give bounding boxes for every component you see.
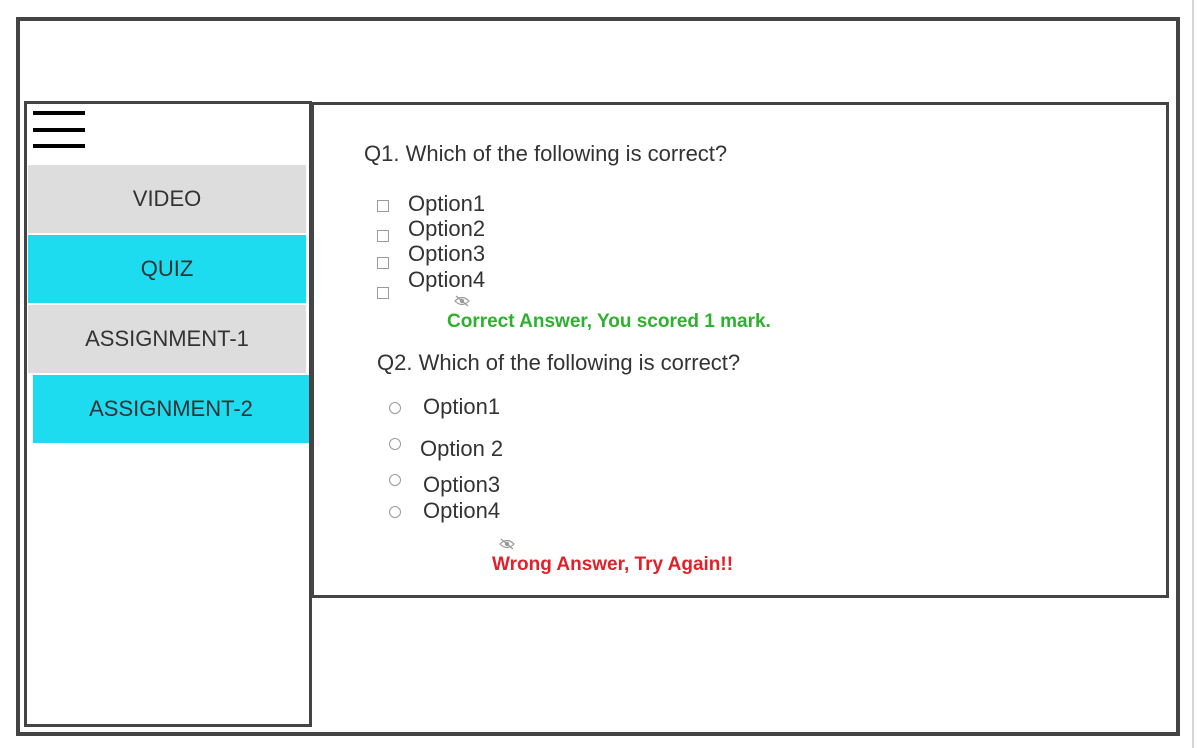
q1-feedback-correct: Correct Answer, You scored 1 mark. [447,311,771,332]
q2-option-1-radio[interactable] [389,402,401,414]
q1-option-4-label: Option4 [408,267,486,292]
q1-option-4-checkbox[interactable] [377,287,389,299]
q1-option-3-checkbox[interactable] [377,257,389,269]
sidebar-item-quiz[interactable]: QUIZ [28,235,306,303]
q1-option-2-checkbox[interactable] [377,230,389,242]
question-1-text: Q1. Which of the following is correct? [364,141,728,166]
q2-option-3-label: Option3 [423,472,501,497]
sidebar-item-assignment-1[interactable]: ASSIGNMENT-1 [28,305,306,373]
q2-option-4-radio[interactable] [389,506,401,518]
q1-option-2-label: Option2 [408,216,486,241]
q1-option-1-checkbox[interactable] [377,200,389,212]
sidebar-item-assignment-2[interactable]: ASSIGNMENT-2 [33,375,309,443]
q2-feedback-wrong: Wrong Answer, Try Again!! [492,554,734,575]
eye-hidden-icon[interactable] [454,295,470,307]
eye-hidden-icon[interactable] [499,538,515,550]
q2-option-2-radio[interactable] [389,438,401,450]
q2-option-3-radio[interactable] [389,474,401,486]
q2-option-2-label: Option 2 [420,436,504,461]
q2-option-1-label: Option1 [423,394,501,419]
q1-option-3-label: Option3 [408,241,486,266]
hamburger-menu-icon[interactable] [33,111,85,151]
window-edge [1192,0,1194,748]
question-2-text: Q2. Which of the following is correct? [377,350,741,375]
q2-option-4-label: Option4 [423,498,501,523]
q1-option-1-label: Option1 [408,191,486,216]
sidebar-item-video[interactable]: VIDEO [28,165,306,233]
